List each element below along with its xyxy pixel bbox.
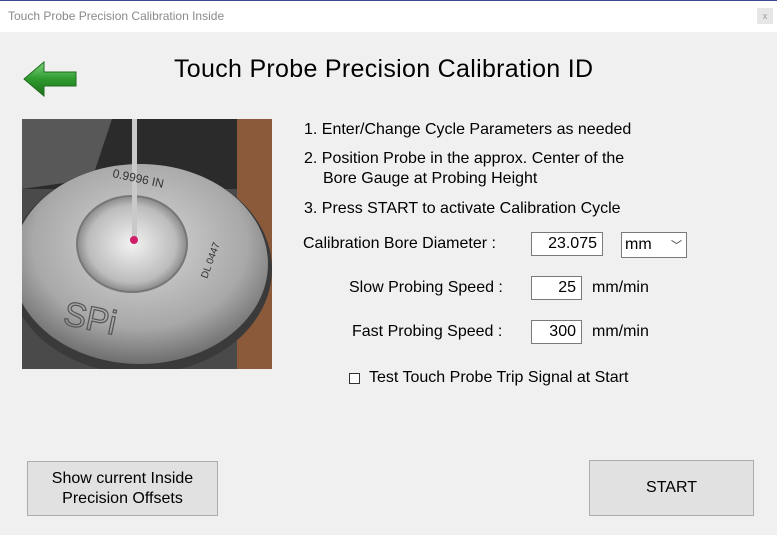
slow-speed-label: Slow Probing Speed :: [349, 279, 503, 296]
show-offsets-button[interactable]: Show current Inside Precision Offsets: [27, 461, 218, 516]
start-button[interactable]: START: [589, 460, 754, 516]
title-bar: Touch Probe Precision Calibration Inside…: [0, 0, 777, 32]
fast-speed-input[interactable]: [531, 320, 582, 344]
instruction-step-2-line-2: Bore Gauge at Probing Height: [323, 170, 538, 187]
window-title: Touch Probe Precision Calibration Inside: [8, 9, 225, 23]
unit-select[interactable]: mm ﹀: [621, 232, 687, 258]
back-arrow-icon[interactable]: [22, 60, 78, 98]
show-offsets-label-line-2: Precision Offsets: [62, 489, 183, 507]
chevron-down-icon: ﹀: [671, 240, 682, 252]
instruction-step-1: 1. Enter/Change Cycle Parameters as need…: [304, 121, 632, 138]
slow-speed-unit: mm/min: [592, 279, 649, 296]
show-offsets-label: Show current Inside Precision Offsets: [52, 469, 193, 509]
test-trip-checkbox[interactable]: [349, 373, 360, 384]
fast-speed-label: Fast Probing Speed :: [352, 323, 503, 340]
close-icon[interactable]: x: [757, 8, 773, 24]
show-offsets-label-line-1: Show current Inside: [51, 469, 194, 487]
bore-diameter-label: Calibration Bore Diameter :: [303, 235, 496, 252]
ring-gauge-photo: 0.9996 IN DL 0447 SPi: [22, 119, 272, 369]
test-trip-label[interactable]: Test Touch Probe Trip Signal at Start: [369, 369, 628, 387]
slow-speed-input[interactable]: [531, 276, 582, 300]
instruction-step-2: 2. Position Probe in the approx. Center …: [304, 149, 624, 189]
bore-diameter-input[interactable]: [531, 232, 603, 256]
instruction-step-2-line-1: 2. Position Probe in the approx. Center …: [304, 150, 625, 167]
instruction-step-3: 3. Press START to activate Calibration C…: [304, 200, 621, 217]
unit-select-value: mm: [625, 236, 652, 253]
fast-speed-unit: mm/min: [592, 323, 649, 340]
page-title: Touch Probe Precision Calibration ID: [174, 55, 594, 83]
